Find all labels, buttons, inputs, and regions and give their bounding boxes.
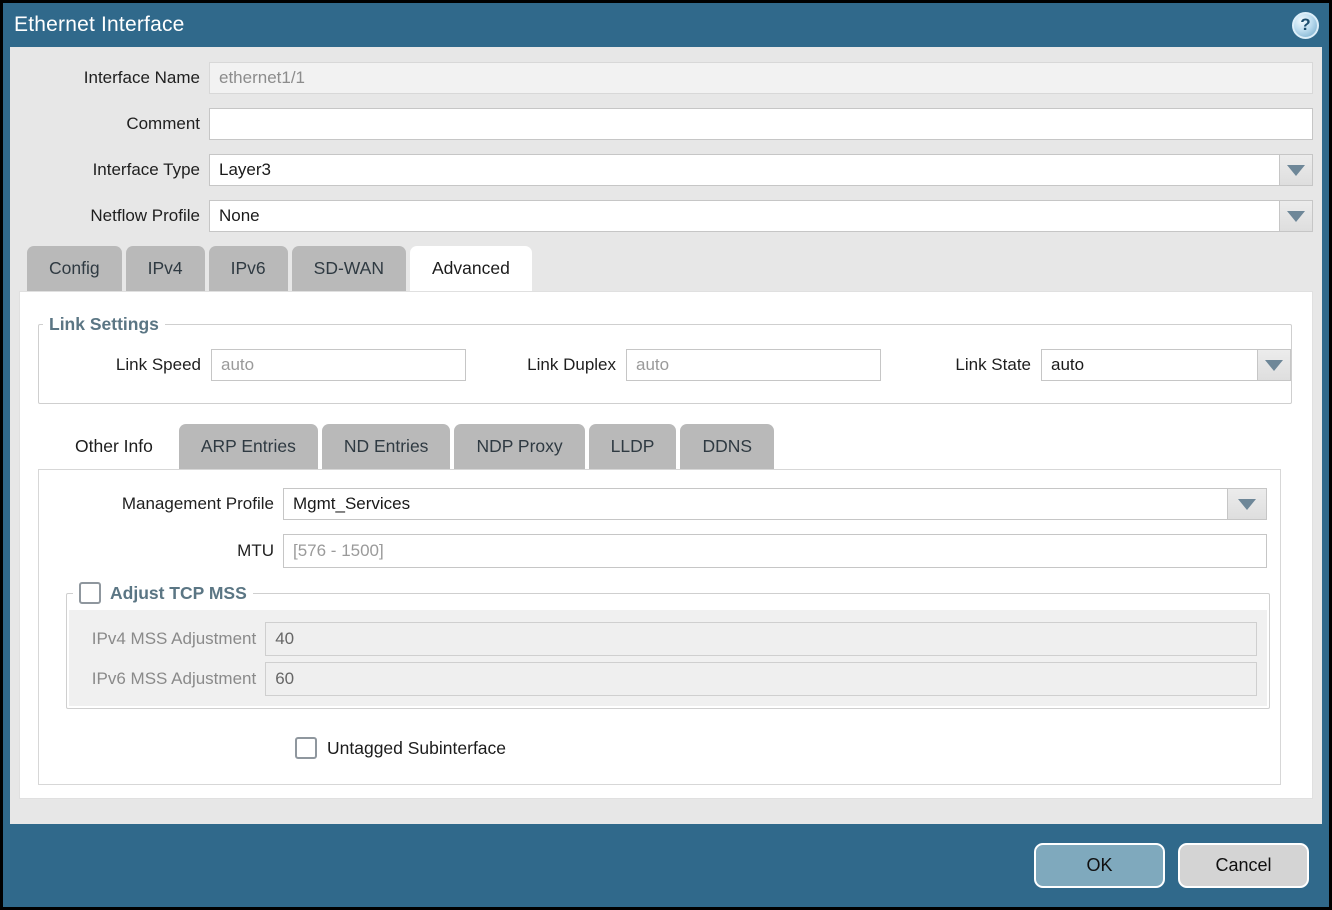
link-state-dropdown[interactable]	[1041, 349, 1291, 381]
link-duplex-label: Link Duplex	[466, 355, 626, 375]
tab-other-info[interactable]: Other Info	[53, 424, 175, 469]
adjust-tcp-mss-label: Adjust TCP MSS	[110, 583, 247, 604]
dialog-content: Interface Name Comment Interface Type Ne…	[10, 47, 1322, 824]
comment-row: Comment	[19, 108, 1313, 140]
interface-name-field	[209, 62, 1313, 94]
management-profile-value[interactable]	[283, 488, 1227, 520]
netflow-profile-label: Netflow Profile	[19, 206, 209, 226]
link-speed-group: Link Speed	[39, 349, 466, 381]
untagged-subinterface-checkbox[interactable]	[295, 737, 317, 759]
tab-arp-entries[interactable]: ARP Entries	[179, 424, 318, 469]
tab-config[interactable]: Config	[27, 246, 122, 291]
interface-type-row: Interface Type	[19, 154, 1313, 186]
link-speed-field[interactable]	[211, 349, 466, 381]
tab-ipv4[interactable]: IPv4	[126, 246, 205, 291]
mss-disabled-block: IPv4 MSS Adjustment IPv6 MSS Adjustment	[69, 610, 1267, 706]
netflow-profile-row: Netflow Profile	[19, 200, 1313, 232]
interface-type-dropdown-button[interactable]	[1279, 154, 1313, 186]
link-state-value[interactable]	[1041, 349, 1257, 381]
interface-type-label: Interface Type	[19, 160, 209, 180]
comment-field[interactable]	[209, 108, 1313, 140]
interface-type-dropdown[interactable]	[209, 154, 1313, 186]
ipv6-mss-field	[265, 662, 1257, 696]
untagged-subinterface-row: Untagged Subinterface	[295, 737, 1280, 759]
interface-type-value[interactable]	[209, 154, 1279, 186]
ipv4-mss-label: IPv4 MSS Adjustment	[69, 629, 265, 649]
management-profile-dropdown-button[interactable]	[1227, 488, 1267, 520]
tab-ddns[interactable]: DDNS	[680, 424, 774, 469]
link-duplex-group: Link Duplex	[466, 349, 881, 381]
link-state-label: Link State	[881, 355, 1041, 375]
dialog-footer: OK Cancel	[3, 824, 1329, 907]
tab-ipv6[interactable]: IPv6	[209, 246, 288, 291]
netflow-profile-dropdown-button[interactable]	[1279, 200, 1313, 232]
netflow-profile-dropdown[interactable]	[209, 200, 1313, 232]
chevron-down-icon	[1265, 360, 1283, 371]
sub-tab-strip: Other Info ARP Entries ND Entries NDP Pr…	[38, 424, 1294, 469]
adjust-tcp-mss-fieldset: Adjust TCP MSS IPv4 MSS Adjustment IPv6 …	[66, 582, 1270, 709]
chevron-down-icon	[1287, 211, 1305, 222]
ethernet-interface-dialog: Ethernet Interface ? Interface Name Comm…	[3, 3, 1329, 907]
chevron-down-icon	[1287, 165, 1305, 176]
adjust-tcp-mss-legend-wrap: Adjust TCP MSS	[73, 582, 253, 604]
management-profile-row: Management Profile	[39, 488, 1280, 520]
tab-nd-entries[interactable]: ND Entries	[322, 424, 451, 469]
netflow-profile-value[interactable]	[209, 200, 1279, 232]
adjust-tcp-mss-checkbox[interactable]	[79, 582, 101, 604]
management-profile-label: Management Profile	[39, 494, 283, 514]
link-settings-legend: Link Settings	[43, 314, 165, 335]
untagged-subinterface-label: Untagged Subinterface	[327, 738, 506, 759]
help-icon[interactable]: ?	[1292, 12, 1319, 39]
tab-lldp[interactable]: LLDP	[589, 424, 677, 469]
link-speed-label: Link Speed	[39, 355, 211, 375]
interface-name-label: Interface Name	[19, 68, 209, 88]
ipv4-mss-row: IPv4 MSS Adjustment	[69, 622, 1257, 656]
mtu-field[interactable]	[283, 534, 1267, 568]
link-state-dropdown-button[interactable]	[1257, 349, 1291, 381]
comment-label: Comment	[19, 114, 209, 134]
mtu-row: MTU	[39, 534, 1280, 568]
interface-name-row: Interface Name	[19, 62, 1313, 94]
dialog-title: Ethernet Interface	[14, 13, 185, 37]
ok-button[interactable]: OK	[1034, 843, 1165, 888]
ipv4-mss-field	[265, 622, 1257, 656]
management-profile-dropdown[interactable]	[283, 488, 1267, 520]
dialog-titlebar: Ethernet Interface ?	[3, 3, 1329, 47]
tab-sdwan[interactable]: SD-WAN	[292, 246, 406, 291]
other-info-panel: Management Profile MTU	[38, 469, 1281, 785]
mtu-label: MTU	[39, 541, 283, 561]
cancel-button[interactable]: Cancel	[1178, 843, 1309, 888]
link-settings-row: Link Speed Link Duplex Link State	[39, 349, 1291, 381]
link-state-group: Link State	[881, 349, 1291, 381]
link-settings-fieldset: Link Settings Link Speed Link Duplex Lin…	[38, 314, 1292, 404]
tab-ndp-proxy[interactable]: NDP Proxy	[454, 424, 584, 469]
advanced-tab-panel: Link Settings Link Speed Link Duplex Lin…	[19, 291, 1313, 799]
main-tab-strip: Config IPv4 IPv6 SD-WAN Advanced	[19, 246, 1313, 291]
ipv6-mss-row: IPv6 MSS Adjustment	[69, 662, 1257, 696]
link-duplex-field[interactable]	[626, 349, 881, 381]
ipv6-mss-label: IPv6 MSS Adjustment	[69, 669, 265, 689]
tab-advanced[interactable]: Advanced	[410, 246, 532, 291]
chevron-down-icon	[1238, 499, 1256, 510]
